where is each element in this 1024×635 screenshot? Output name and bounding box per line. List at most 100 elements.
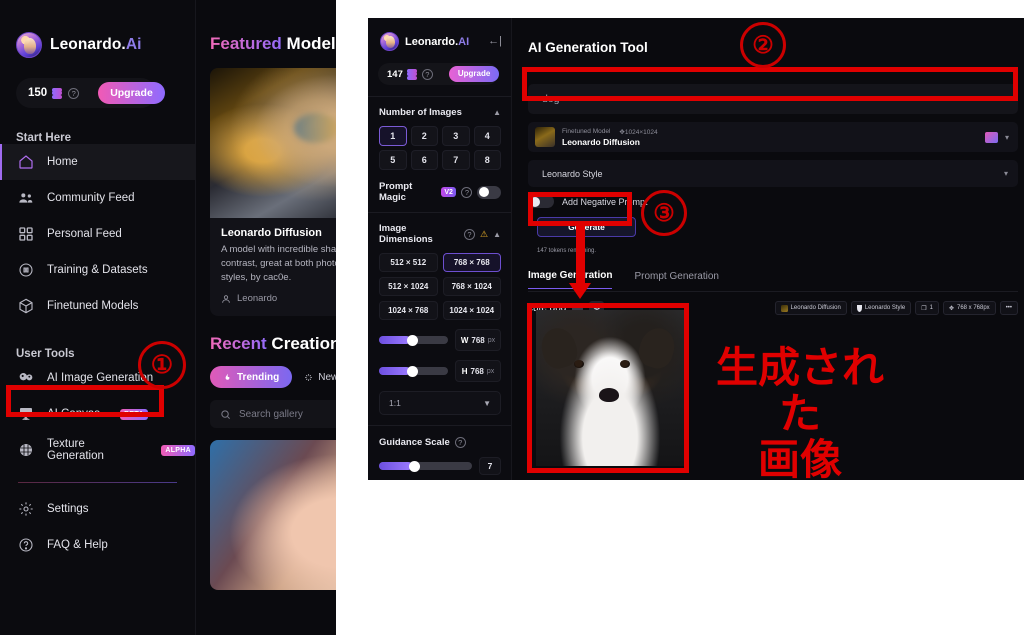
negative-prompt-toggle[interactable] — [528, 195, 554, 208]
featured-models-heading: Featured Model — [196, 0, 336, 54]
sidebar-item-faq-help[interactable]: FAQ & Help — [0, 527, 195, 563]
guidance-scale-slider[interactable] — [379, 460, 472, 472]
width-value-box[interactable]: W 768 px — [455, 329, 501, 351]
upgrade-button[interactable]: Upgrade — [448, 66, 500, 82]
sidebar-item-texture-generation[interactable]: Texture Generation ALPHA — [0, 432, 195, 468]
image-dimensions-header[interactable]: Image Dimensions ? ⚠ ▲ — [368, 213, 511, 245]
image-count-option[interactable]: 7 — [442, 150, 470, 170]
model-name: Leonardo Diffusion — [562, 136, 640, 147]
model-card-author-name: Leonardo — [237, 293, 278, 305]
question-mark-icon[interactable]: ? — [454, 437, 466, 448]
canvas-icon — [20, 408, 32, 420]
badge-count[interactable]: ❐ 1 — [915, 301, 939, 315]
tab-image-generation[interactable]: Image Generation — [528, 270, 613, 289]
sidebar-item-ai-canvas[interactable]: AI Canvas BETA — [0, 396, 195, 432]
sidebar-item-label: Home — [47, 156, 78, 168]
prompt-magic-toggle[interactable] — [477, 185, 501, 199]
sidebar-item-settings[interactable]: Settings — [0, 491, 195, 527]
upgrade-button[interactable]: Upgrade — [98, 82, 165, 104]
new-chip[interactable]: New — [304, 372, 336, 383]
image-count-option[interactable]: 1 — [379, 126, 407, 146]
image-count-option[interactable]: 6 — [410, 150, 438, 170]
chevron-down-icon: ▾ — [1003, 169, 1008, 178]
chevron-up-icon[interactable]: ▲ — [493, 108, 501, 117]
sidebar-item-finetuned-models[interactable]: Finetuned Models — [0, 288, 195, 324]
recent-heading-part-a: Recent — [210, 334, 272, 354]
model-selector[interactable]: Finetuned Model ✥1024×1024 Leonardo Diff… — [528, 122, 1018, 152]
texture-icon — [20, 444, 32, 456]
sidebar-item-personal-feed[interactable]: Personal Feed — [0, 216, 195, 252]
badge-size[interactable]: ✥ 768 x 768px — [942, 301, 996, 315]
sidebar-item-label: Texture Generation — [47, 438, 104, 462]
brand[interactable]: Leonardo.Ai — [0, 0, 195, 58]
dimension-option[interactable]: 1024 × 1024 — [442, 301, 501, 320]
search-input[interactable]: Search gallery — [210, 400, 336, 429]
prompt-value: dog — [542, 93, 560, 105]
question-mark-icon[interactable]: ? — [461, 186, 473, 198]
width-slider[interactable] — [379, 334, 448, 346]
number-of-images-grid: 1 2 3 4 5 6 7 8 — [368, 118, 511, 170]
dimension-option[interactable]: 512 × 512 — [379, 253, 438, 272]
image-count-option[interactable]: 5 — [379, 150, 407, 170]
badge-style[interactable]: Leonardo Style — [850, 301, 912, 315]
sidebar-item-community-feed[interactable]: Community Feed — [0, 180, 195, 216]
dog-ear-right — [635, 324, 679, 372]
width-key: W — [460, 335, 469, 345]
sparkle-icon — [305, 373, 313, 381]
model-card-description: A model with incredible shad contrast, g… — [221, 244, 336, 283]
question-circle-icon — [19, 538, 33, 552]
credit-pill[interactable]: 150 ? Upgrade — [16, 78, 165, 108]
image-dimensions-grid: 512 × 512 768 × 768 512 × 1024 768 × 102… — [368, 245, 511, 320]
credit-pill[interactable]: 147 ? Upgrade — [378, 63, 500, 85]
generate-button[interactable]: Generate — [537, 217, 636, 237]
question-mark-icon[interactable]: ? — [68, 87, 80, 99]
dimension-option[interactable]: 1024 × 768 — [379, 301, 438, 320]
sidebar-item-home[interactable]: Home — [0, 144, 195, 180]
image-count-option[interactable]: 8 — [473, 150, 501, 170]
edit-model-icon[interactable] — [984, 131, 998, 143]
image-dimensions-label: Image Dimensions — [379, 223, 433, 245]
negative-prompt-row: Add Negative Prompt — [528, 195, 648, 208]
image-count-option[interactable]: 4 — [473, 126, 501, 146]
number-of-images-header[interactable]: Number of Images ▲ — [368, 97, 511, 118]
sidebar-item-ai-image-generation[interactable]: AI Image Generation — [0, 360, 195, 396]
leonardo-home-screenshot: Leonardo.Ai 150 ? Upgrade Start Here Hom… — [0, 0, 336, 635]
question-mark-icon[interactable]: ? — [464, 228, 475, 240]
chevron-up-icon[interactable]: ▲ — [493, 230, 501, 239]
prompt-input[interactable]: dog — [528, 84, 1018, 114]
question-mark-icon[interactable]: ? — [421, 68, 433, 80]
dimension-option[interactable]: 768 × 1024 — [442, 277, 501, 296]
height-unit: px — [486, 367, 495, 375]
dimension-option[interactable]: 512 × 1024 — [379, 277, 438, 296]
trending-chip[interactable]: Trending — [210, 366, 293, 389]
height-slider-row: H 768 px — [368, 351, 511, 382]
aspect-ratio-select[interactable]: 1:1 ▼ — [379, 391, 501, 415]
height-value-box[interactable]: H 768 px — [455, 360, 501, 382]
gallery-item[interactable] — [210, 440, 336, 591]
height-slider[interactable] — [379, 365, 448, 377]
image-generation-icon — [19, 373, 33, 381]
generation-settings-sidebar: Leonardo.AI ←| 147 ? Upgrade Number of I… — [368, 18, 512, 480]
sidebar-item-training-datasets[interactable]: Training & Datasets — [0, 252, 195, 288]
sidebar-divider — [18, 482, 177, 483]
image-count-option[interactable]: 3 — [442, 126, 470, 146]
section-start-here: Start Here — [16, 132, 71, 144]
sidebar-item-label: FAQ & Help — [47, 539, 108, 551]
collapse-left-icon[interactable]: ←| — [488, 35, 502, 47]
dimension-option[interactable]: 768 × 768 — [442, 253, 501, 272]
featured-model-card[interactable]: Leonardo Diffusion A model with incredib… — [210, 68, 336, 317]
style-selector[interactable]: Leonardo Style ▾ — [528, 160, 1018, 187]
search-icon — [221, 410, 230, 419]
more-options-icon[interactable]: ••• — [999, 301, 1018, 315]
badge-model[interactable]: Leonardo Diffusion — [774, 301, 847, 315]
dog-eye-left — [574, 360, 584, 368]
generated-image[interactable] — [536, 310, 684, 466]
chevron-down-icon[interactable]: ▾ — [1005, 133, 1009, 142]
sidebar-item-label: Settings — [47, 503, 89, 515]
ai-generation-tool-screenshot: Leonardo.AI ←| 147 ? Upgrade Number of I… — [368, 18, 1024, 480]
guidance-scale-value[interactable]: 7 — [479, 457, 501, 475]
tab-prompt-generation[interactable]: Prompt Generation — [634, 271, 719, 289]
negative-prompt-label: Add Negative Prompt — [562, 196, 648, 207]
brand-name: Leonardo. — [50, 36, 126, 53]
image-count-option[interactable]: 2 — [410, 126, 438, 146]
